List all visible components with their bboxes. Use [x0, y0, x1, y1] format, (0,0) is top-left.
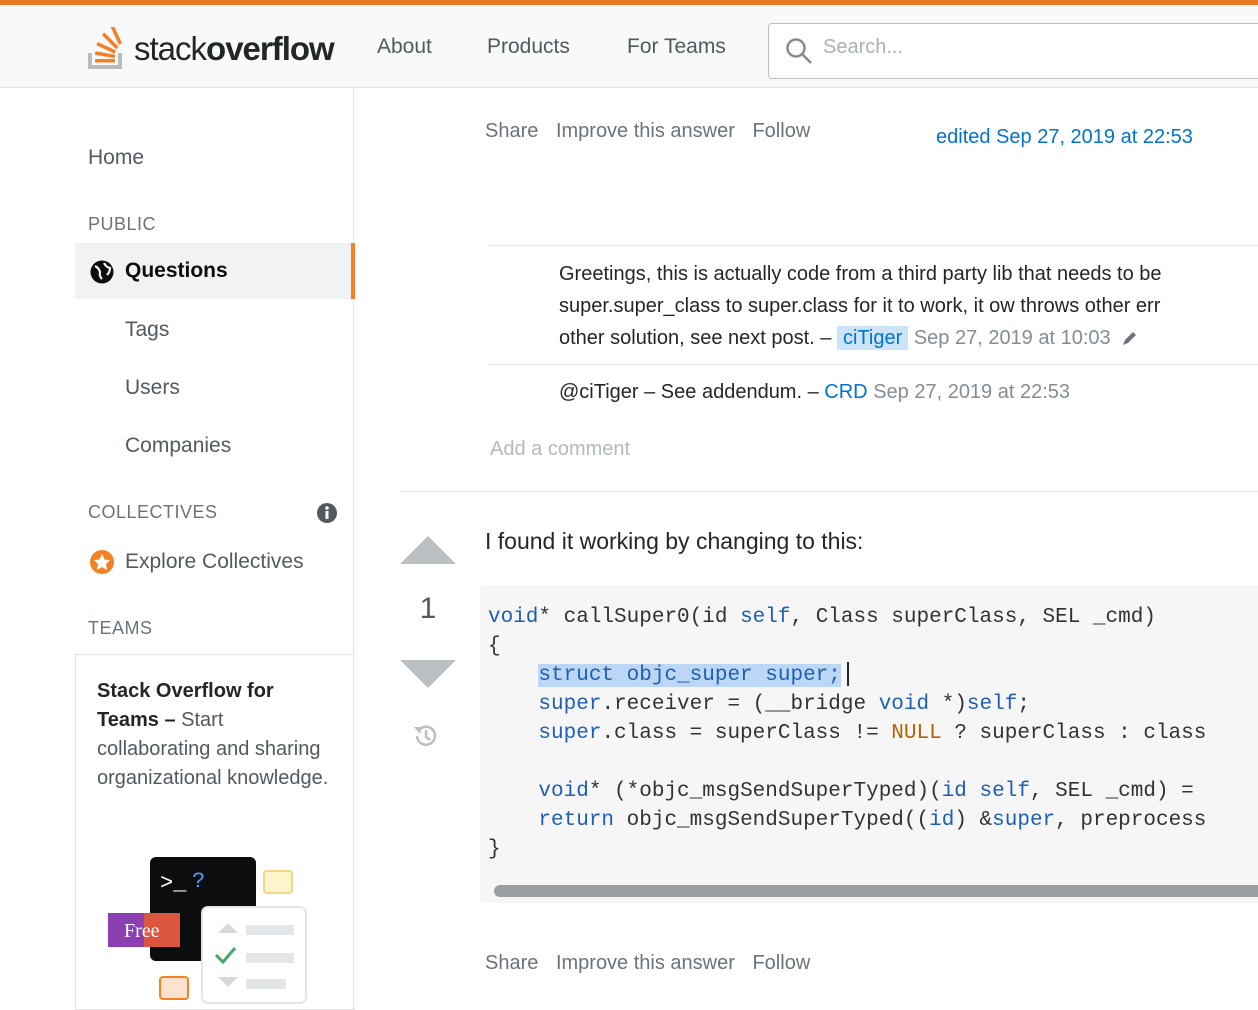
comment-user-link[interactable]: CRD	[824, 381, 867, 403]
info-icon[interactable]	[316, 502, 338, 524]
comment: Greetings, this is actually code from a …	[559, 258, 1258, 354]
add-comment-link[interactable]: Add a comment	[490, 438, 630, 461]
comment: @ciTiger – See addendum. – CRD Sep 27, 2…	[559, 376, 1070, 408]
comment-line: Greetings, this is actually code from a …	[559, 263, 1162, 285]
svg-text:?: ?	[192, 869, 205, 894]
code-horizontal-scrollbar[interactable]	[494, 885, 1258, 897]
main-content: Share Improve this answer Follow edited …	[355, 88, 1258, 1010]
answer-divider	[400, 491, 1258, 492]
stackoverflow-logo[interactable]: stackoverflow	[86, 19, 335, 79]
sidebar-item-users[interactable]: Users	[125, 376, 180, 400]
comment-line: other solution, see next post. – ciTiger…	[559, 322, 1258, 354]
nav-for-teams[interactable]: For Teams	[627, 35, 726, 59]
search-input[interactable]	[823, 36, 1223, 59]
follow-link[interactable]: Follow	[752, 952, 810, 974]
teams-promo: Stack Overflow for Teams – Start collabo…	[75, 654, 355, 1010]
teams-promo-text: Stack Overflow for Teams – Start collabo…	[97, 680, 329, 789]
globe-icon	[90, 260, 114, 284]
comment-date[interactable]: Sep 27, 2019 at 10:03	[914, 327, 1111, 349]
top-bar: stackoverflow About Products For Teams	[0, 0, 1258, 88]
logo-text: stackoverflow	[134, 30, 335, 67]
edited-timestamp[interactable]: edited Sep 27, 2019 at 22:53	[936, 126, 1193, 149]
answer-body-text: I found it working by changing to this:	[485, 528, 864, 554]
sidebar-item-questions-label: Questions	[125, 259, 228, 282]
sidebar-item-explore-collectives[interactable]: Explore Collectives	[88, 548, 304, 576]
comment-text: @ciTiger – See addendum. –	[559, 381, 819, 403]
sidebar-section-teams: TEAMS	[88, 618, 153, 638]
code-text: void* callSuper0(id self, Class superCla…	[488, 606, 1207, 861]
search-box[interactable]	[768, 23, 1258, 79]
left-sidebar: Home PUBLIC Questions Tags Users Compani…	[0, 88, 355, 1010]
sidebar-item-questions[interactable]: Questions	[75, 243, 355, 299]
text-cursor	[846, 662, 849, 687]
search-icon	[786, 38, 812, 64]
sidebar-section-public: PUBLIC	[88, 214, 157, 234]
post-menu-bottom: Share Improve this answer Follow	[485, 952, 822, 975]
sidebar-item-home[interactable]: Home	[88, 146, 144, 170]
free-badge: Free	[124, 920, 160, 942]
comment-line: super.super_class to super.class for it …	[559, 295, 1161, 317]
post-menu-top: Share Improve this answer Follow	[485, 120, 822, 143]
pencil-icon[interactable]	[1120, 330, 1138, 348]
vote-count: 1	[419, 592, 437, 625]
improve-answer-link[interactable]: Improve this answer	[556, 952, 735, 974]
improve-answer-link[interactable]: Improve this answer	[556, 120, 735, 142]
stackoverflow-logo-icon	[88, 27, 123, 69]
follow-link[interactable]: Follow	[752, 120, 810, 142]
sidebar-section-collectives: COLLECTIVES	[88, 502, 218, 522]
teams-illustration-icon: >_ ? Free	[108, 857, 307, 1004]
downvote-arrow-icon[interactable]	[400, 658, 456, 690]
comments-list: Greetings, this is actually code from a …	[488, 245, 1258, 403]
code-block[interactable]: void* callSuper0(id self, Class superCla…	[480, 585, 1258, 903]
sidebar-item-tags[interactable]: Tags	[125, 318, 169, 342]
upvote-arrow-icon[interactable]	[400, 534, 456, 566]
nav-about[interactable]: About	[377, 35, 432, 59]
selected-code: struct objc_super super;	[538, 664, 841, 687]
collectives-icon	[90, 550, 114, 574]
svg-text:>_: >_	[160, 871, 187, 896]
history-icon[interactable]	[411, 721, 441, 751]
comment-date[interactable]: Sep 27, 2019 at 22:53	[873, 381, 1070, 403]
sidebar-item-companies[interactable]: Companies	[125, 434, 231, 458]
explore-collectives-label: Explore Collectives	[125, 550, 304, 573]
share-link[interactable]: Share	[485, 952, 538, 974]
comment-divider	[488, 364, 1258, 365]
share-link[interactable]: Share	[485, 120, 538, 142]
nav-products[interactable]: Products	[487, 35, 570, 59]
comment-user-link[interactable]: ciTiger	[836, 326, 909, 350]
